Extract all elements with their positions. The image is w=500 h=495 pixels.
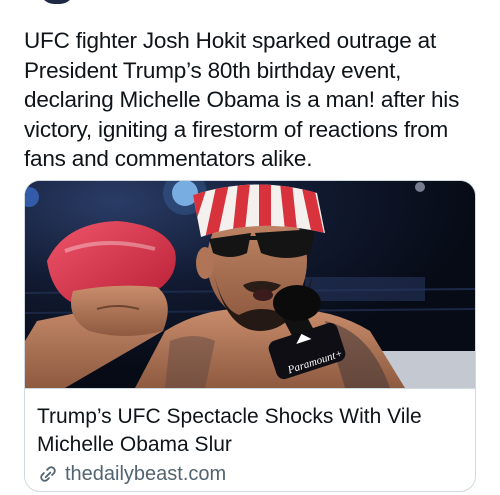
card-source[interactable]: thedailybeast.com: [37, 462, 226, 486]
fighter-photo: Paramount+: [25, 181, 475, 388]
link-preview-card[interactable]: Paramount+ Trump’s UFC Spectacle Shocks …: [24, 180, 476, 492]
avatar[interactable]: [40, 0, 74, 4]
link-icon: [40, 466, 56, 482]
tweet: UFC fighter Josh Hokit sparked outrage a…: [0, 0, 500, 495]
post-text: UFC fighter Josh Hokit sparked outrage a…: [24, 28, 460, 171]
card-source-domain: thedailybeast.com: [65, 462, 227, 485]
card-image[interactable]: Paramount+: [25, 181, 475, 388]
card-divider: [25, 388, 475, 389]
card-title[interactable]: Trump’s UFC Spectacle Shocks With Vile M…: [37, 403, 465, 459]
